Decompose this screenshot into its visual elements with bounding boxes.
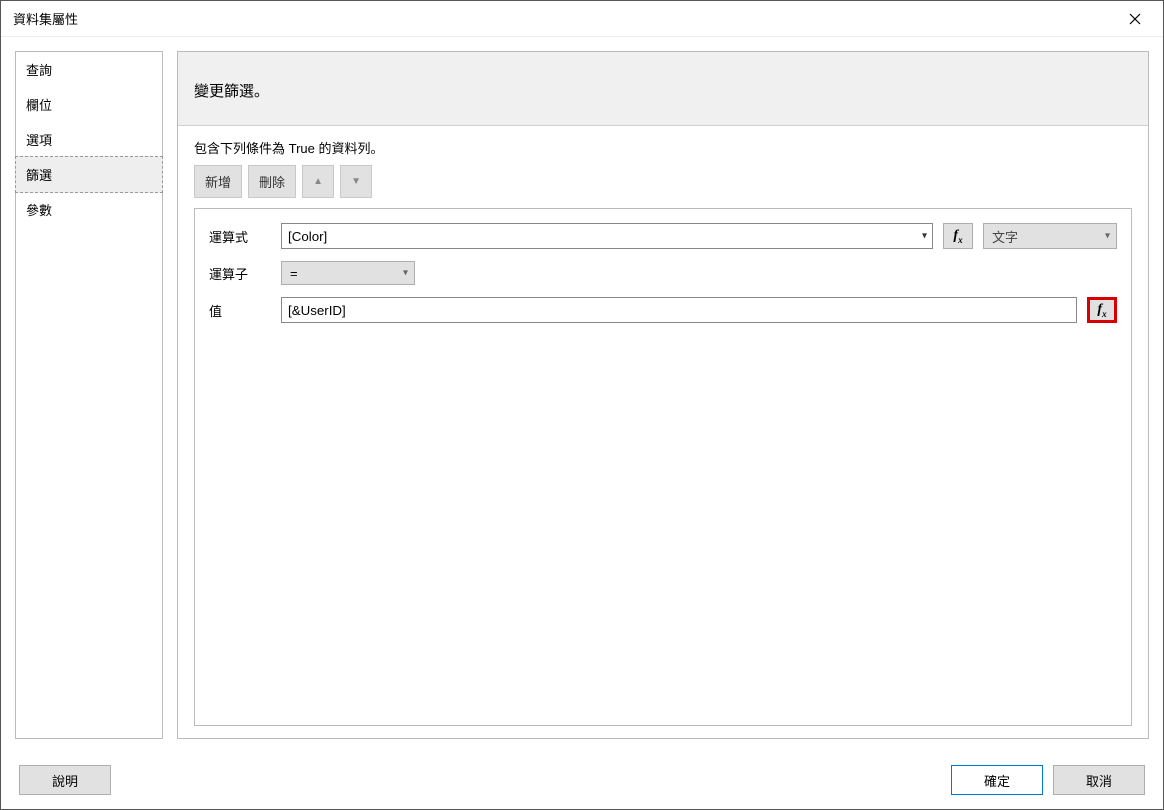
operator-select[interactable]: = ▾ [281,261,415,285]
cancel-button[interactable]: 取消 [1053,765,1145,795]
sidebar-item-filters[interactable]: 篩選 [15,156,163,193]
window-title: 資料集屬性 [9,9,1115,28]
value-label: 值 [209,301,271,320]
content-panel: 變更篩選。 包含下列條件為 True 的資料列。 新增 刪除 ▲ ▼ 運算式 [177,51,1149,739]
content-header: 變更篩選。 [178,52,1148,126]
title-bar: 資料集屬性 [1,1,1163,37]
delete-button[interactable]: 刪除 [248,165,296,198]
close-icon [1129,13,1141,25]
dialog-body: 查詢 欄位 選項 篩選 參數 變更篩選。 包含下列條件為 True 的資料列。 … [1,37,1163,753]
filter-instruction: 包含下列條件為 True 的資料列。 [194,138,1132,157]
dialog-footer: 說明 確定 取消 [1,753,1163,809]
operator-row: 運算子 = ▾ [209,261,1117,285]
arrow-down-icon: ▼ [351,176,361,187]
expression-row: 運算式 ▾ fx 文字 ▾ [209,223,1117,249]
add-button[interactable]: 新增 [194,165,242,198]
expression-label: 運算式 [209,227,271,246]
arrow-up-icon: ▲ [313,176,323,187]
chevron-down-icon: ▾ [403,268,408,279]
data-type-select[interactable]: 文字 ▾ [983,223,1117,249]
nav-sidebar: 查詢 欄位 選項 篩選 參數 [15,51,163,739]
sidebar-item-query[interactable]: 查詢 [16,52,162,87]
value-input[interactable] [281,297,1077,323]
filter-definition-panel: 運算式 ▾ fx 文字 ▾ 運算 [194,208,1132,726]
chevron-down-icon: ▾ [1105,231,1110,242]
dataset-properties-dialog: 資料集屬性 查詢 欄位 選項 篩選 參數 變更篩選。 包含下列條件為 True … [0,0,1164,810]
help-button[interactable]: 說明 [19,765,111,795]
move-up-button[interactable]: ▲ [302,165,334,198]
ok-button[interactable]: 確定 [951,765,1043,795]
sidebar-item-parameters[interactable]: 參數 [16,192,162,227]
filter-toolbar: 新增 刪除 ▲ ▼ [194,165,1132,198]
fx-icon: fx [1097,302,1106,319]
fx-icon: fx [953,228,962,245]
sidebar-item-fields[interactable]: 欄位 [16,87,162,122]
data-type-value: 文字 [992,227,1018,246]
value-row: 值 fx [209,297,1117,323]
expression-fx-button[interactable]: fx [943,223,973,249]
sidebar-item-options[interactable]: 選項 [16,122,162,157]
content-body: 包含下列條件為 True 的資料列。 新增 刪除 ▲ ▼ 運算式 [178,126,1148,738]
operator-value: = [290,266,298,281]
close-button[interactable] [1115,5,1155,33]
value-fx-button[interactable]: fx [1087,297,1117,323]
operator-label: 運算子 [209,264,271,283]
expression-input[interactable] [281,223,933,249]
move-down-button[interactable]: ▼ [340,165,372,198]
